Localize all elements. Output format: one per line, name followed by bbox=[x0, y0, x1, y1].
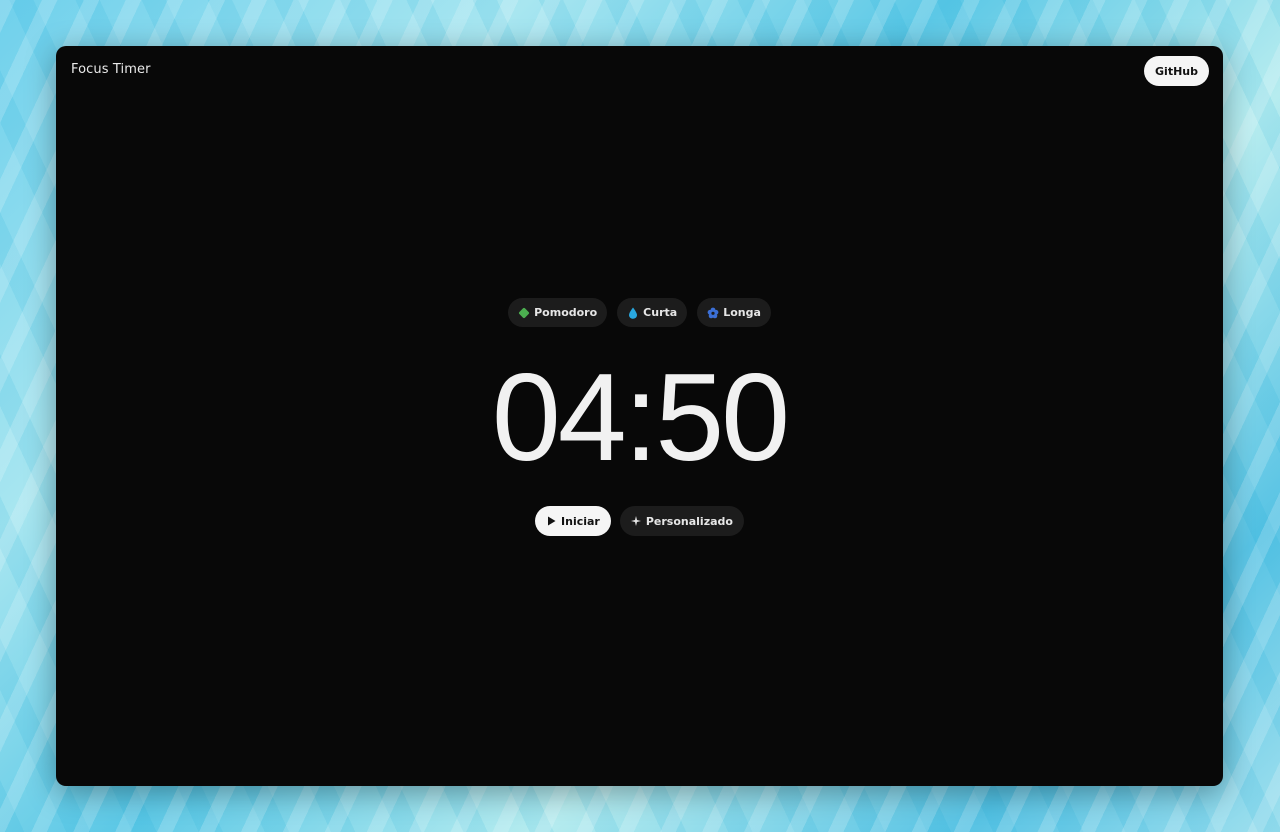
timer-controls: Iniciar Personalizado bbox=[56, 506, 1223, 536]
start-button-label: Iniciar bbox=[561, 514, 600, 528]
timer-display: 04:50 bbox=[491, 349, 790, 487]
custom-button[interactable]: Personalizado bbox=[619, 506, 744, 536]
mode-longa-label: Longa bbox=[723, 306, 761, 319]
mode-pomodoro-label: Pomodoro bbox=[534, 306, 598, 319]
sparkle-icon bbox=[630, 516, 641, 526]
custom-button-label: Personalizado bbox=[645, 514, 733, 528]
github-button[interactable]: GitHub bbox=[1144, 56, 1209, 86]
mode-longa-button[interactable]: Longa bbox=[697, 298, 771, 327]
clover-icon bbox=[518, 307, 530, 319]
app-title: Focus Timer bbox=[71, 62, 151, 77]
flower-icon bbox=[707, 307, 719, 319]
start-button[interactable]: Iniciar bbox=[535, 506, 611, 536]
droplet-icon bbox=[627, 307, 639, 319]
play-icon bbox=[546, 516, 556, 526]
mode-curta-label: Curta bbox=[643, 306, 678, 319]
mode-selector: Pomodoro Curta Longa bbox=[56, 298, 1223, 327]
mode-curta-button[interactable]: Curta bbox=[617, 298, 688, 327]
app-window: Focus Timer GitHub Pomodoro Curta Longa … bbox=[56, 46, 1223, 786]
mode-pomodoro-button[interactable]: Pomodoro bbox=[508, 298, 608, 327]
